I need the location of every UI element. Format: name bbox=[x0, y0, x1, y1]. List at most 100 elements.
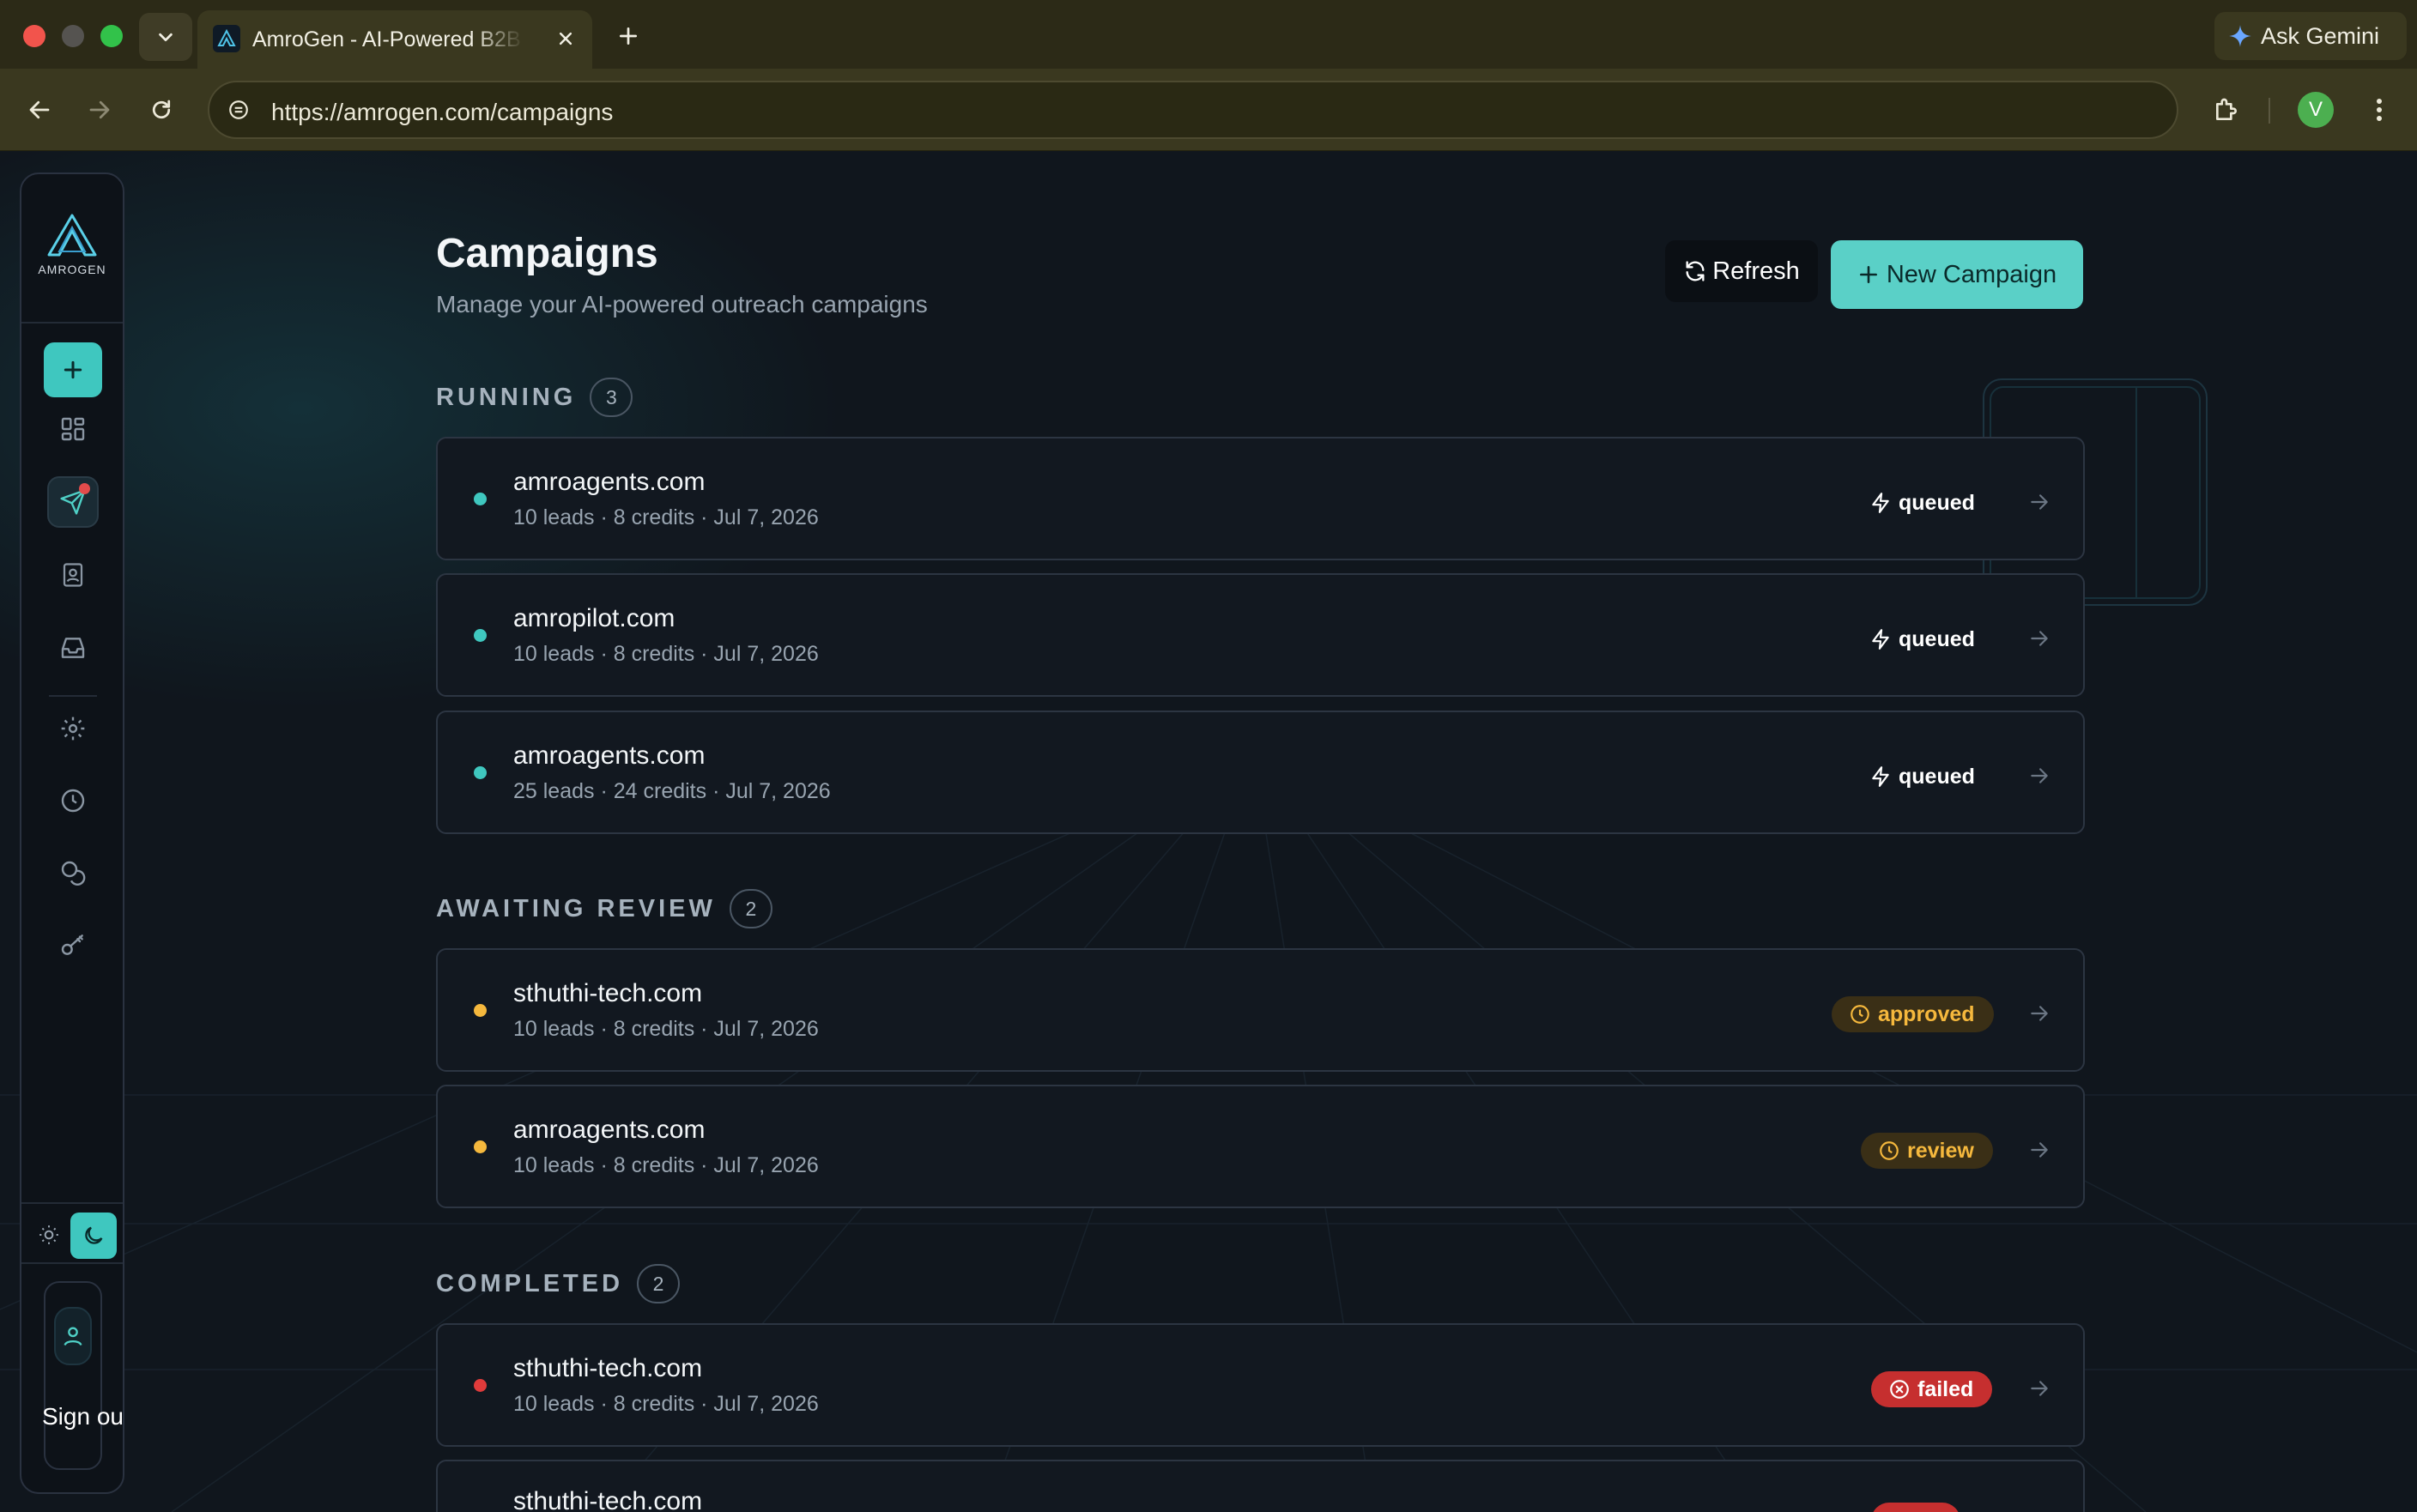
lightning-icon bbox=[1872, 629, 1889, 650]
sidebar-item-contacts[interactable] bbox=[47, 549, 99, 601]
window-zoom-button[interactable] bbox=[100, 25, 123, 47]
new-campaign-label: New Campaign bbox=[1886, 260, 2057, 288]
sidebar-new-campaign-button[interactable] bbox=[44, 342, 102, 397]
campaign-card[interactable]: sthuthi-tech.com bbox=[436, 1460, 2085, 1512]
status-badge: failed bbox=[1871, 1371, 1993, 1407]
campaign-card[interactable]: sthuthi-tech.com 10 leads · 8 credits · … bbox=[436, 1323, 2085, 1447]
light-mode-button[interactable] bbox=[32, 1218, 66, 1252]
sign-out-button[interactable]: Sign ou bbox=[42, 1403, 124, 1430]
arrow-right-icon bbox=[2031, 768, 2048, 783]
new-tab-button[interactable] bbox=[611, 19, 645, 53]
contacts-book-icon bbox=[63, 563, 83, 587]
campaign-domain: sthuthi-tech.com bbox=[513, 1354, 703, 1382]
refresh-button[interactable]: Refresh bbox=[1665, 240, 1818, 302]
open-campaign-button[interactable] bbox=[2022, 996, 2057, 1031]
campaign-meta: 10 leads · 8 credits · Jul 7, 2026 bbox=[513, 1392, 819, 1416]
plus-icon bbox=[619, 27, 638, 45]
browser-tab-active[interactable]: AmroGen - AI-Powered B2B C bbox=[197, 10, 592, 69]
user-icon bbox=[64, 1327, 82, 1346]
campaign-domain: amroagents.com bbox=[513, 1116, 706, 1144]
status-label: queued bbox=[1869, 759, 1975, 795]
section-label: RUNNING bbox=[436, 383, 577, 411]
campaign-card[interactable]: amropilot.com 10 leads · 8 credits · Jul… bbox=[436, 573, 2085, 697]
sidebar-item-inbox[interactable] bbox=[47, 622, 99, 674]
arrow-right-icon bbox=[2031, 1006, 2048, 1021]
app-sidebar: AMROGEN Sign ou bbox=[20, 172, 124, 1494]
amrogen-logo[interactable]: AMROGEN bbox=[21, 214, 123, 276]
arrow-right-icon bbox=[2031, 631, 2048, 646]
coins-icon bbox=[61, 861, 86, 886]
status-dot bbox=[474, 493, 487, 505]
sidebar-item-api-keys[interactable] bbox=[47, 919, 99, 971]
campaign-meta: 10 leads · 8 credits · Jul 7, 2026 bbox=[513, 505, 819, 529]
status-dot bbox=[474, 1140, 487, 1153]
status-dot bbox=[474, 629, 487, 642]
status-badge: approved bbox=[1832, 996, 1994, 1032]
open-campaign-button[interactable] bbox=[2022, 759, 2057, 793]
campaign-card[interactable]: amroagents.com 10 leads · 8 credits · Ju… bbox=[436, 1085, 2085, 1208]
lightning-icon bbox=[1872, 493, 1889, 513]
campaign-domain: amropilot.com bbox=[513, 604, 675, 632]
campaign-card[interactable]: amroagents.com 10 leads · 8 credits · Ju… bbox=[436, 437, 2085, 560]
campaign-card[interactable]: sthuthi-tech.com 10 leads · 8 credits · … bbox=[436, 948, 2085, 1072]
section-count-badge: 2 bbox=[729, 889, 772, 928]
more-vertical-icon bbox=[2377, 99, 2382, 121]
refresh-label: Refresh bbox=[1712, 257, 1800, 285]
browser-menu-button[interactable] bbox=[2362, 91, 2396, 129]
section-label: COMPLETED bbox=[436, 1269, 624, 1297]
open-campaign-button[interactable] bbox=[2022, 621, 2057, 656]
inbox-icon bbox=[61, 638, 85, 658]
campaign-card[interactable]: amroagents.com 25 leads · 24 credits · J… bbox=[436, 711, 2085, 834]
status-dot bbox=[474, 1004, 487, 1017]
lightning-icon bbox=[1872, 766, 1889, 787]
open-campaign-button[interactable] bbox=[2022, 1133, 2057, 1167]
theme-toggle bbox=[21, 1202, 123, 1264]
user-avatar[interactable] bbox=[54, 1307, 92, 1365]
logo-text: AMROGEN bbox=[38, 263, 106, 276]
sidebar-item-history[interactable] bbox=[47, 775, 99, 826]
section-label: AWAITING REVIEW bbox=[436, 894, 716, 922]
moon-icon bbox=[85, 1226, 103, 1244]
window-minimize-button[interactable] bbox=[62, 25, 84, 47]
notification-badge bbox=[79, 483, 90, 494]
user-card: Sign ou bbox=[42, 1281, 124, 1470]
status-dot bbox=[474, 1379, 487, 1392]
campaign-meta: 25 leads · 24 credits · Jul 7, 2026 bbox=[513, 779, 831, 803]
extensions-button[interactable] bbox=[2206, 89, 2247, 130]
open-campaign-button[interactable] bbox=[2022, 485, 2057, 519]
section-completed-header: COMPLETED 2 bbox=[436, 1264, 681, 1303]
open-campaign-button[interactable] bbox=[2022, 1371, 2057, 1406]
dark-mode-button[interactable] bbox=[70, 1213, 117, 1259]
tab-close-button[interactable] bbox=[551, 24, 580, 53]
page-subtitle: Manage your AI-powered outreach campaign… bbox=[436, 291, 928, 318]
section-count-badge: 3 bbox=[590, 378, 633, 417]
clock-icon bbox=[1851, 1005, 1869, 1024]
amrogen-logo-icon bbox=[47, 214, 97, 257]
campaign-meta: 10 leads · 8 credits · Jul 7, 2026 bbox=[513, 1153, 819, 1177]
address-bar[interactable]: https://amrogen.com/campaigns bbox=[208, 81, 2178, 139]
sidebar-item-settings[interactable] bbox=[47, 703, 99, 754]
campaign-meta: 10 leads · 8 credits · Jul 7, 2026 bbox=[513, 1017, 819, 1041]
arrow-left-icon bbox=[29, 100, 50, 119]
ask-gemini-button[interactable]: Ask Gemini bbox=[2214, 12, 2407, 60]
arrow-right-icon bbox=[89, 100, 110, 119]
sidebar-item-campaigns[interactable] bbox=[47, 476, 99, 528]
refresh-icon bbox=[1686, 261, 1705, 281]
history-clock-icon bbox=[61, 789, 85, 813]
status-label: queued bbox=[1869, 485, 1975, 521]
campaign-domain: sthuthi-tech.com bbox=[513, 979, 703, 1007]
sun-icon bbox=[39, 1225, 58, 1244]
window-close-button[interactable] bbox=[23, 25, 45, 47]
browser-toolbar: https://amrogen.com/campaigns V bbox=[0, 69, 2417, 151]
campaign-domain: sthuthi-tech.com bbox=[513, 1487, 703, 1512]
profile-avatar[interactable]: V bbox=[2298, 92, 2334, 128]
site-info-icon[interactable] bbox=[225, 96, 252, 124]
sidebar-item-credits[interactable] bbox=[47, 847, 99, 898]
chevron-down-icon bbox=[159, 33, 173, 42]
back-button[interactable] bbox=[21, 91, 58, 129]
new-campaign-button[interactable]: New Campaign bbox=[1831, 240, 2083, 309]
sidebar-item-dashboard[interactable] bbox=[47, 403, 99, 455]
reload-button[interactable] bbox=[142, 91, 180, 129]
tab-search-button[interactable] bbox=[139, 13, 192, 61]
forward-button[interactable] bbox=[81, 91, 118, 129]
